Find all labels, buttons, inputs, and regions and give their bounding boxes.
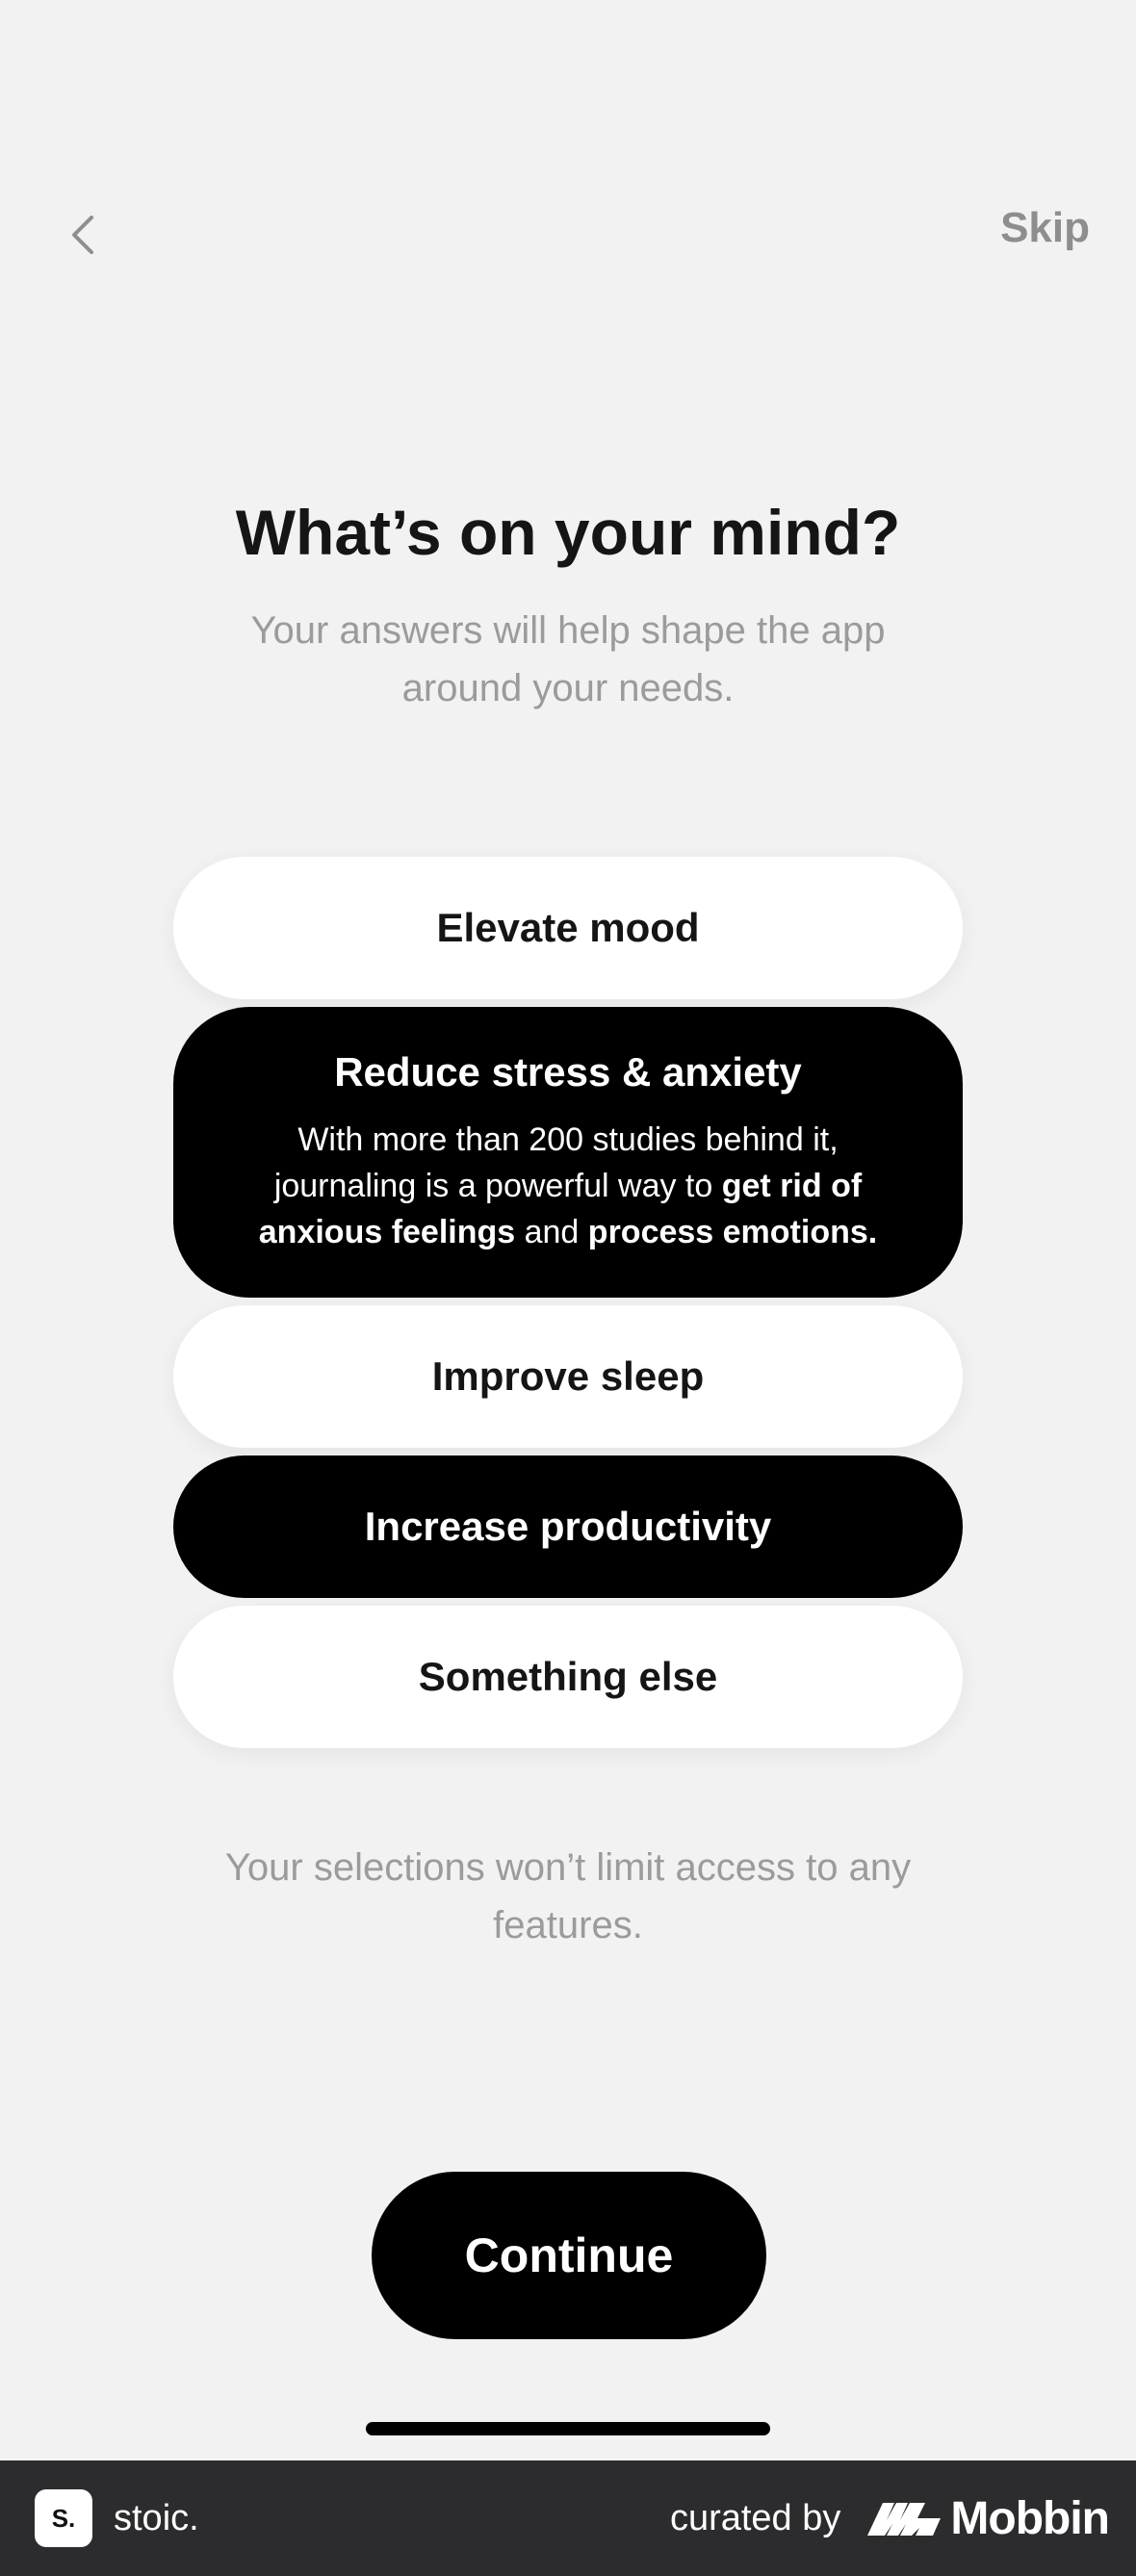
skip-button[interactable]: Skip [1000, 204, 1090, 252]
option-label: Reduce stress & anxiety [334, 1049, 802, 1095]
mobbin-wordmark: Mobbin [950, 2492, 1110, 2544]
option-label: Improve sleep [431, 1353, 705, 1399]
curated-by: curated by Mobbin [669, 2492, 1110, 2545]
description-emphasis: process emotions. [587, 1214, 878, 1250]
app-logo: S. [35, 2489, 92, 2547]
mobbin-logo: Mobbin [865, 2492, 1110, 2545]
app-brand: S. stoic. [35, 2489, 199, 2547]
options-list: Elevate mood Reduce stress & anxiety Wit… [173, 857, 963, 1756]
attribution-footer: S. stoic. curated by Mobbin [0, 2460, 1136, 2576]
mobbin-mark-icon [867, 2503, 942, 2536]
back-button[interactable] [58, 202, 108, 268]
option-reduce-stress[interactable]: Reduce stress & anxiety With more than 2… [173, 1007, 963, 1298]
option-improve-sleep[interactable]: Improve sleep [173, 1305, 963, 1448]
continue-button[interactable]: Continue [372, 2172, 766, 2339]
page-subtitle: Your answers will help shape the app aro… [250, 609, 886, 709]
option-something-else[interactable]: Something else [173, 1606, 963, 1748]
option-label: Elevate mood [436, 905, 700, 950]
home-indicator [366, 2422, 770, 2435]
option-label: Increase productivity [364, 1504, 772, 1549]
chevron-left-icon [72, 216, 93, 254]
description-text: and [515, 1214, 588, 1250]
option-description: With more than 200 studies behind it, jo… [241, 1117, 895, 1255]
option-elevate-mood[interactable]: Elevate mood [173, 857, 963, 999]
app-name: stoic. [114, 2497, 199, 2538]
option-label: Something else [418, 1654, 718, 1699]
option-increase-productivity[interactable]: Increase productivity [173, 1455, 963, 1598]
page-title: What’s on your mind? [235, 497, 901, 568]
curated-by-label: curated by [669, 2497, 841, 2538]
selection-footnote: Your selections won’t limit access to an… [224, 1846, 912, 1946]
